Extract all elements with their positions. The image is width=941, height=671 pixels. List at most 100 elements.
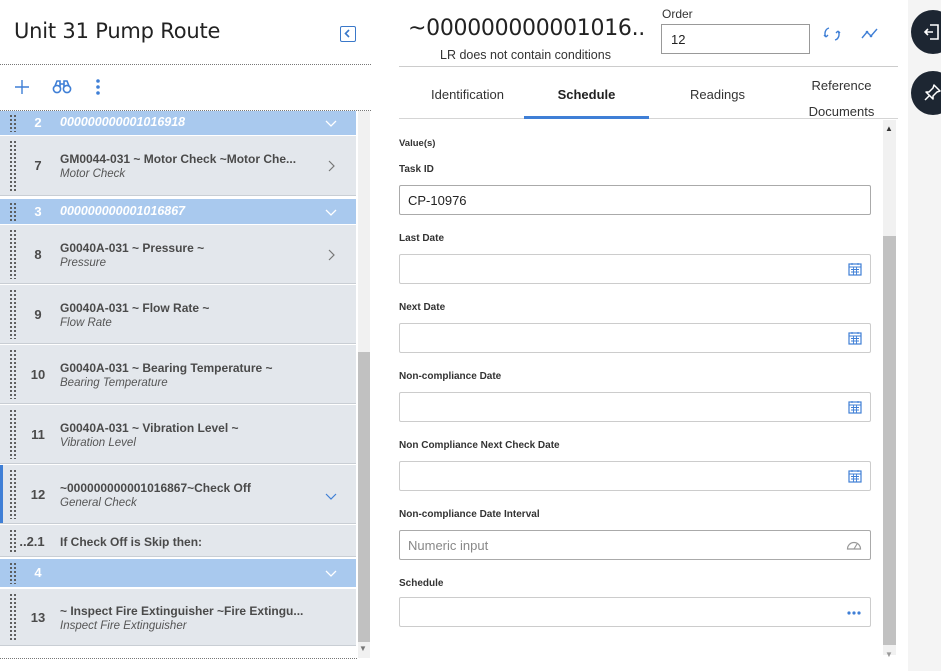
group-row[interactable]: 4 bbox=[0, 559, 356, 587]
list-item[interactable]: 13 ~ Inspect Fire Extinguisher ~Fire Ext… bbox=[0, 589, 356, 646]
noncompliance-next-check-input[interactable] bbox=[399, 461, 871, 491]
drag-handle-icon[interactable] bbox=[9, 289, 17, 339]
item-subtitle: General Check bbox=[60, 497, 137, 509]
item-title: ~ Inspect Fire Extinguisher ~Fire Exting… bbox=[60, 604, 304, 618]
condition-row[interactable]: ..2.1 If Check Off is Skip then: bbox=[0, 525, 356, 557]
row-number: 3 bbox=[34, 204, 42, 219]
tab-schedule[interactable]: Schedule bbox=[524, 66, 649, 119]
chevron-down-icon[interactable] bbox=[324, 489, 338, 503]
drag-handle-icon[interactable] bbox=[9, 409, 17, 459]
drag-handle-icon[interactable] bbox=[9, 140, 17, 191]
item-subtitle: Bearing Temperature bbox=[60, 377, 168, 389]
tab-identification[interactable]: Identification bbox=[399, 66, 536, 119]
scroll-up-arrow-icon[interactable]: ▲ bbox=[885, 124, 893, 133]
binoculars-icon[interactable] bbox=[52, 78, 72, 96]
more-vertical-icon[interactable] bbox=[91, 78, 105, 96]
list-item[interactable]: 10 G0040A-031 ~ Bearing Temperature ~ Be… bbox=[0, 345, 356, 404]
route-panel: Unit 31 Pump Route 2 000000000001016918 … bbox=[0, 0, 371, 671]
pin-icon bbox=[924, 84, 941, 101]
item-title: G0040A-031 ~ Bearing Temperature ~ bbox=[60, 361, 273, 375]
chevron-right-icon[interactable] bbox=[324, 159, 338, 173]
list-item[interactable]: 8 G0040A-031 ~ Pressure ~ Pressure bbox=[0, 225, 356, 284]
exit-icon bbox=[923, 24, 939, 40]
tab-label: Schedule bbox=[557, 87, 616, 102]
calendar-icon[interactable] bbox=[848, 400, 862, 414]
group-label: 000000000001016867 bbox=[60, 204, 186, 218]
refresh-icon[interactable] bbox=[822, 25, 842, 43]
group-row[interactable]: 3 000000000001016867 bbox=[0, 199, 356, 224]
chevron-down-icon[interactable] bbox=[324, 205, 338, 219]
group-row[interactable]: 2 000000000001016918 bbox=[0, 111, 356, 135]
noncompliance-date-input[interactable] bbox=[399, 392, 871, 422]
item-subtitle: Flow Rate bbox=[60, 317, 112, 329]
next-date-label: Next Date bbox=[399, 302, 446, 313]
add-icon[interactable] bbox=[13, 78, 31, 96]
last-date-label: Last Date bbox=[399, 233, 445, 244]
item-title: G0040A-031 ~ Vibration Level ~ bbox=[60, 421, 239, 435]
divider bbox=[0, 658, 357, 659]
item-subtitle: Pressure bbox=[60, 257, 107, 269]
next-date-input[interactable] bbox=[399, 323, 871, 353]
tab-reference-documents[interactable]: Reference Documents bbox=[786, 66, 897, 119]
drag-handle-icon[interactable] bbox=[9, 114, 17, 132]
drag-handle-icon[interactable] bbox=[9, 593, 17, 641]
calendar-icon[interactable] bbox=[848, 469, 862, 483]
exit-button[interactable] bbox=[911, 10, 941, 54]
drag-handle-icon[interactable] bbox=[9, 229, 17, 279]
route-title: Unit 31 Pump Route bbox=[14, 19, 221, 43]
section-label: Value(s) bbox=[399, 138, 436, 149]
form-scrollbar-thumb[interactable] bbox=[883, 236, 896, 645]
drag-handle-icon[interactable] bbox=[9, 202, 17, 221]
scroll-down-arrow-icon[interactable]: ▼ bbox=[885, 650, 893, 659]
item-subtitle: Inspect Fire Extinguisher bbox=[60, 620, 187, 632]
row-number: 10 bbox=[30, 367, 46, 382]
list-item[interactable]: 9 G0040A-031 ~ Flow Rate ~ Flow Rate bbox=[0, 285, 356, 344]
schedule-input[interactable] bbox=[399, 597, 871, 627]
left-scrollbar-thumb[interactable] bbox=[358, 352, 370, 642]
tab-readings[interactable]: Readings bbox=[649, 66, 786, 119]
condition-label: If Check Off is Skip then: bbox=[60, 535, 203, 549]
tab-bar: Identification Schedule Readings Referen… bbox=[399, 66, 898, 119]
task-id-input[interactable]: CP-10976 bbox=[399, 185, 871, 215]
schedule-form: Value(s) Task ID CP-10976 Last Date Next… bbox=[399, 120, 881, 655]
chevron-down-icon[interactable] bbox=[324, 566, 338, 580]
row-number: 2 bbox=[34, 115, 42, 130]
calendar-icon[interactable] bbox=[848, 262, 862, 276]
collapse-panel-icon[interactable] bbox=[340, 26, 356, 42]
drag-handle-icon[interactable] bbox=[9, 562, 17, 584]
order-input[interactable]: 12 bbox=[661, 24, 810, 54]
item-title: ~000000000001016867~Check Off bbox=[60, 481, 251, 495]
selection-indicator bbox=[0, 465, 3, 523]
more-horizontal-icon[interactable] bbox=[846, 606, 862, 620]
list-item-selected[interactable]: 12 ~000000000001016867~Check Off General… bbox=[0, 465, 356, 524]
group-label: 000000000001016918 bbox=[60, 115, 186, 129]
order-label: Order bbox=[662, 7, 693, 21]
chevron-right-icon[interactable] bbox=[324, 248, 338, 262]
trend-chart-icon[interactable] bbox=[861, 26, 879, 42]
scroll-down-arrow-icon[interactable]: ▼ bbox=[359, 644, 367, 653]
list-item[interactable]: 7 GM0044-031 ~ Motor Check ~Motor Che...… bbox=[0, 136, 356, 196]
item-subtitle: Vibration Level bbox=[60, 437, 136, 449]
gauge-icon[interactable] bbox=[846, 538, 862, 552]
row-number: 9 bbox=[34, 307, 42, 322]
record-subtitle: LR does not contain conditions bbox=[440, 48, 611, 62]
row-number: 11 bbox=[31, 427, 45, 442]
task-id-value: CP-10976 bbox=[408, 193, 467, 208]
row-number: 13 bbox=[30, 610, 46, 625]
pin-button[interactable] bbox=[911, 71, 941, 115]
drag-handle-icon[interactable] bbox=[9, 349, 17, 399]
route-toolbar bbox=[0, 66, 371, 110]
list-item[interactable]: 11 G0040A-031 ~ Vibration Level ~ Vibrat… bbox=[0, 405, 356, 464]
row-number: 12 bbox=[30, 487, 46, 502]
task-id-label: Task ID bbox=[399, 164, 434, 175]
last-date-input[interactable] bbox=[399, 254, 871, 284]
item-title: G0040A-031 ~ Flow Rate ~ bbox=[60, 301, 210, 315]
chevron-down-icon[interactable] bbox=[324, 116, 338, 130]
tab-label: Reference bbox=[811, 78, 872, 93]
row-number: 8 bbox=[34, 247, 42, 262]
calendar-icon[interactable] bbox=[848, 331, 862, 345]
drag-handle-icon[interactable] bbox=[9, 469, 17, 519]
noncompliance-interval-label: Non-compliance Date Interval bbox=[399, 509, 540, 520]
noncompliance-interval-input[interactable]: Numeric input bbox=[399, 530, 871, 560]
noncompliance-date-label: Non-compliance Date bbox=[399, 371, 502, 382]
